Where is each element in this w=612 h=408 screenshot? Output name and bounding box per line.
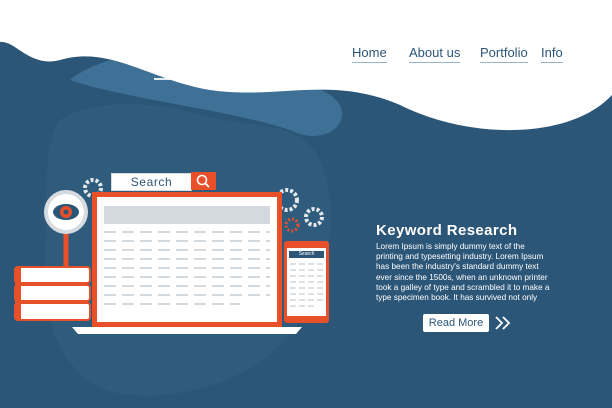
nav-link-home[interactable]: Home [352, 45, 387, 63]
books-icon [14, 266, 91, 321]
double-chevron-right-icon[interactable] [494, 315, 512, 331]
read-more-button[interactable]: Read More [423, 314, 489, 332]
nav-link-about-us[interactable]: About us [409, 45, 461, 63]
menu-icon[interactable] [154, 66, 172, 80]
nav-link-info[interactable]: Info [541, 45, 563, 63]
section-body-text: Lorem Ipsum is simply dummy text of the … [376, 242, 550, 303]
logo-text: Your Logo [181, 66, 240, 81]
laptop-icon [72, 192, 302, 334]
landing-page: Home About us Portfolio Info Your Logo S… [0, 0, 612, 408]
phone-search-bar: Search [289, 251, 324, 258]
nav-link-portfolio[interactable]: Portfolio [480, 45, 528, 63]
search-input[interactable]: Search [111, 173, 192, 191]
search-button[interactable] [191, 172, 216, 190]
section-heading: Keyword Research [376, 222, 518, 239]
eye-icon [53, 204, 79, 220]
search-icon [196, 174, 210, 188]
